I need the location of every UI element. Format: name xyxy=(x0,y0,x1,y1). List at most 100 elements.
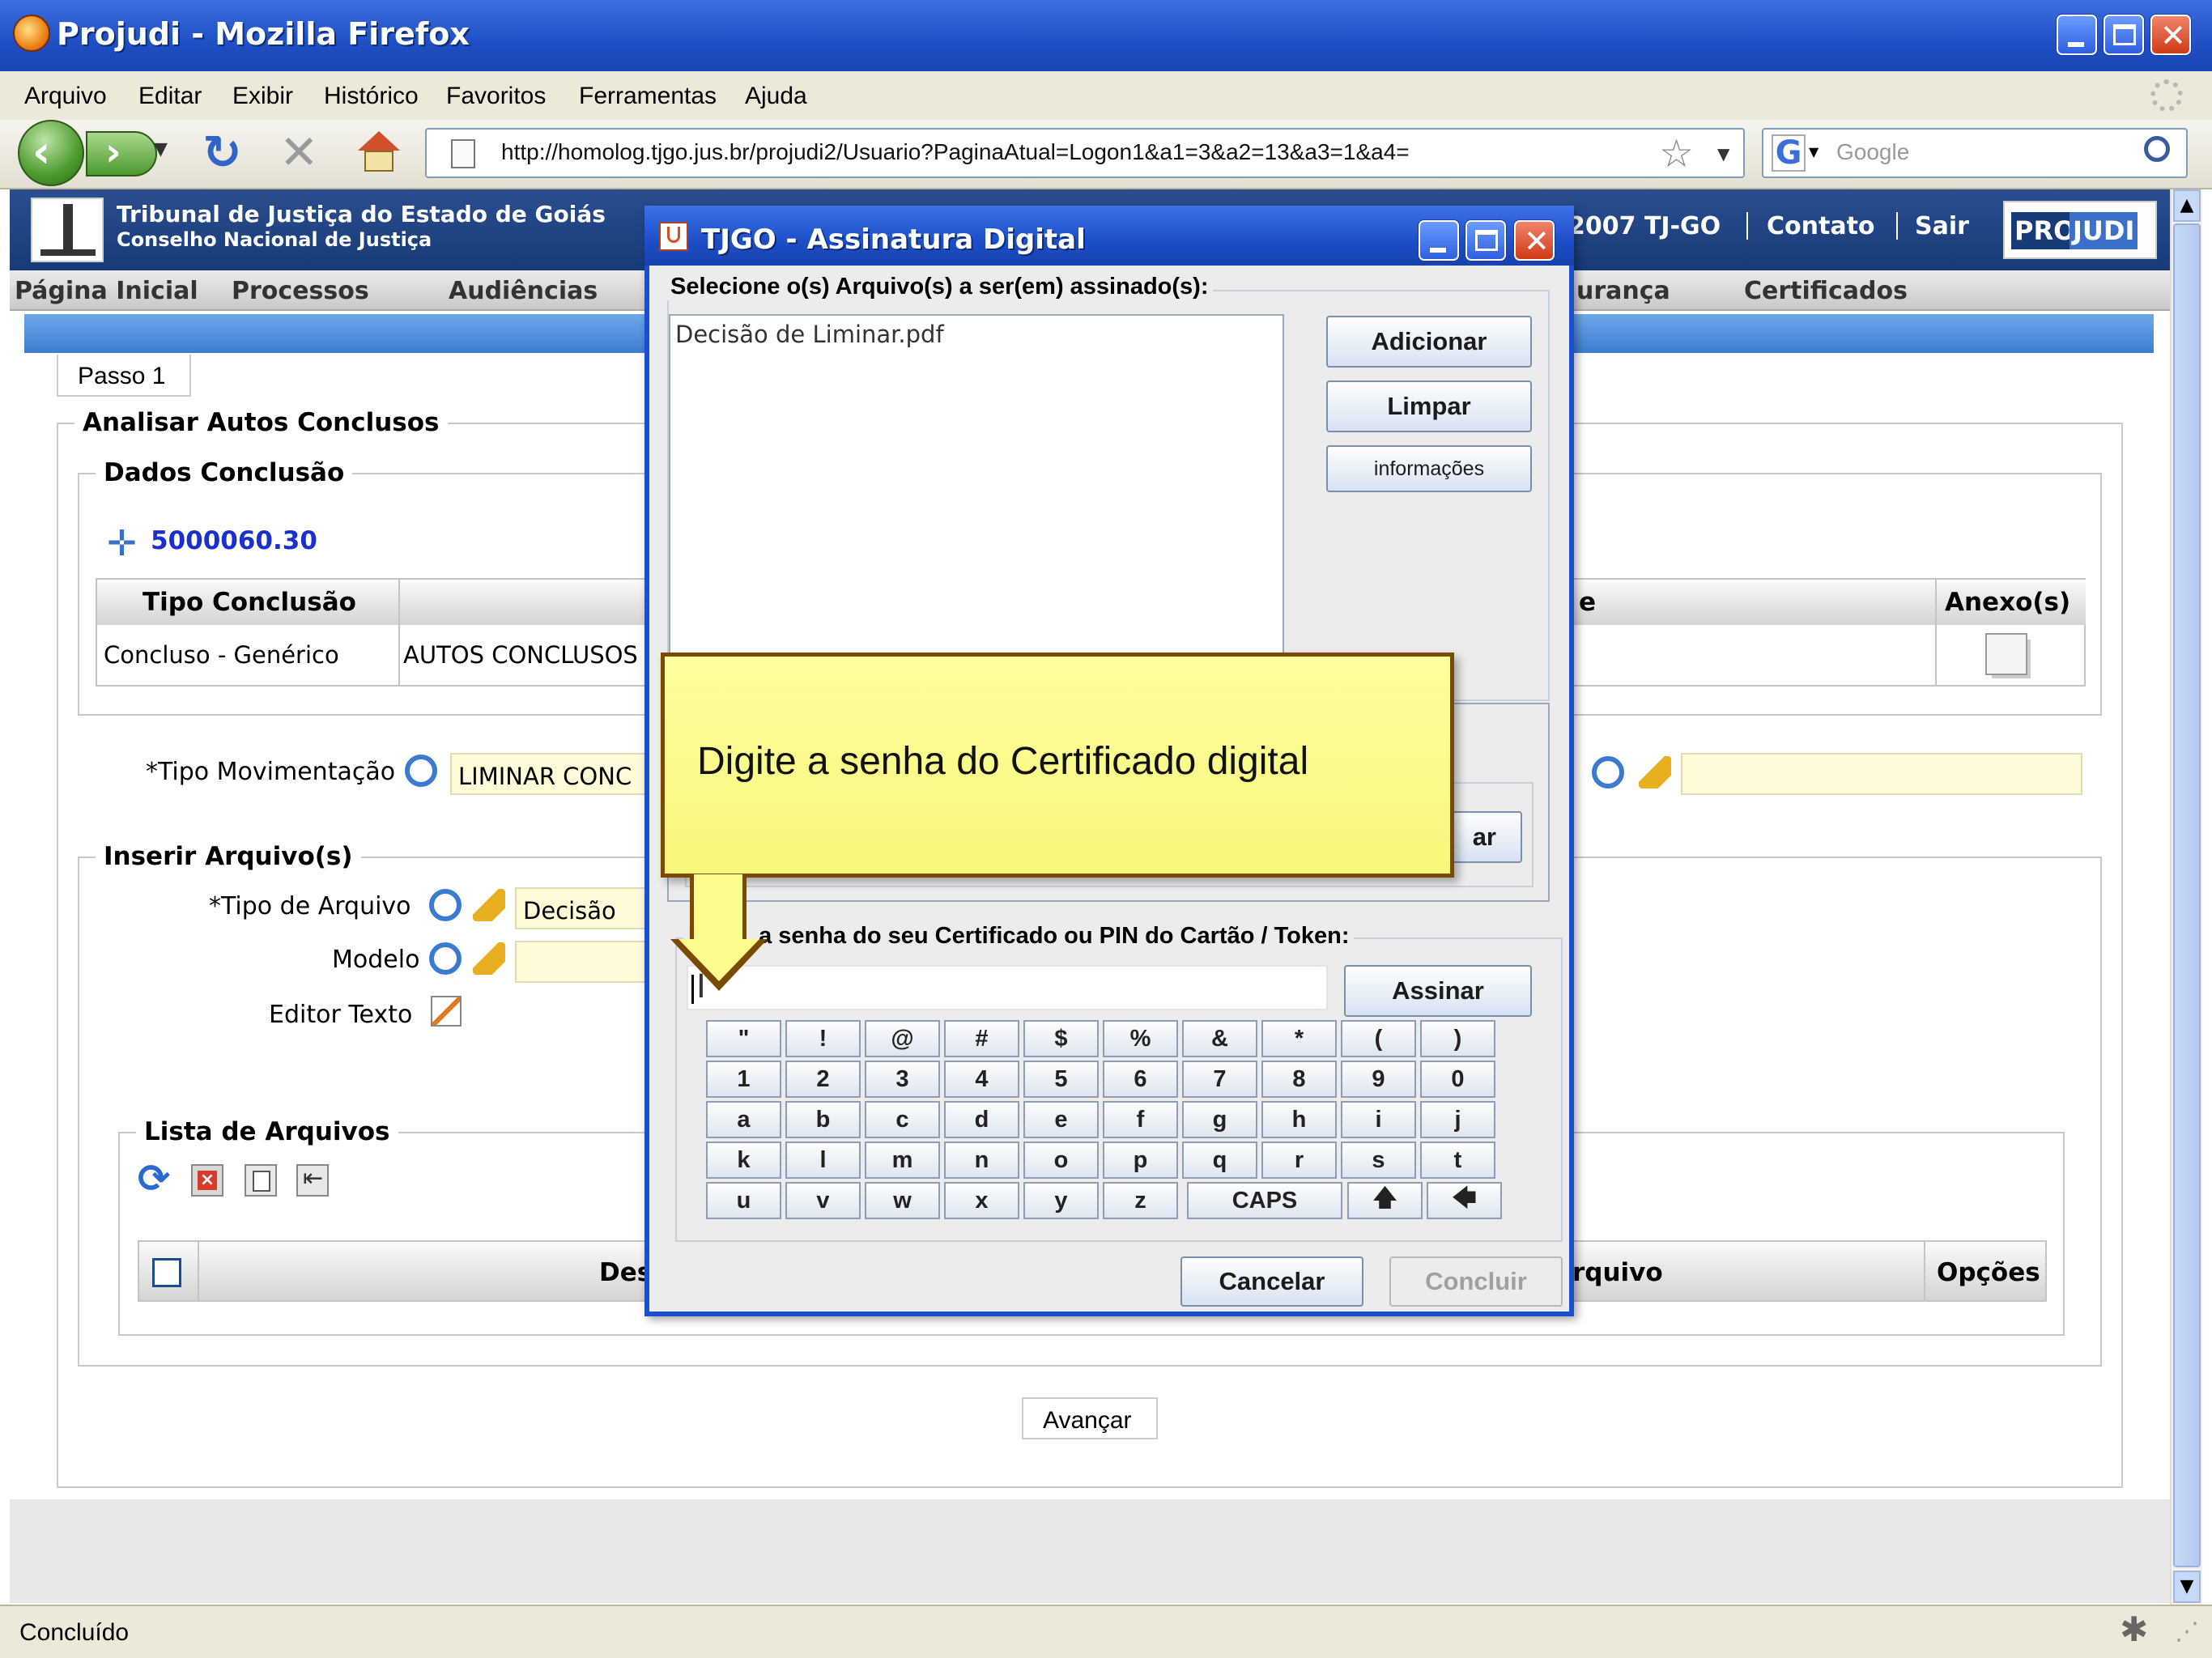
add-file-button[interactable]: Adicionar xyxy=(1326,316,1532,368)
contato-link[interactable]: Contato xyxy=(1767,212,1875,240)
file-list-item[interactable]: Decisão de Liminar.pdf xyxy=(675,321,944,348)
tipo-mov-input[interactable]: LIMINAR CONC xyxy=(450,753,661,795)
tipo-arquivo-input[interactable]: Decisão xyxy=(515,887,661,929)
menu-historico-item[interactable]: Histórico xyxy=(324,83,419,110)
document-remove-icon[interactable] xyxy=(245,1164,277,1197)
url-text[interactable]: http://homolog.tjgo.jus.br/projudi2/Usua… xyxy=(501,139,1410,165)
key-4-0[interactable]: u xyxy=(706,1182,781,1219)
key-2-9[interactable]: j xyxy=(1420,1101,1495,1138)
key-2-7[interactable]: h xyxy=(1261,1101,1337,1138)
key-0-0[interactable]: " xyxy=(706,1020,781,1057)
modelo-clear-icon[interactable] xyxy=(473,942,505,975)
menu-ferramentas-item[interactable]: Ferramentas xyxy=(579,83,717,110)
dialog-minimize-button[interactable] xyxy=(1419,220,1459,261)
sair-link[interactable]: Sair xyxy=(1915,212,1969,240)
select-all-checkbox[interactable] xyxy=(152,1258,181,1287)
password-input[interactable]: I xyxy=(687,965,1328,1010)
right-input[interactable] xyxy=(1681,753,2082,795)
info-button[interactable]: informações xyxy=(1326,445,1532,492)
google-engine-icon[interactable]: G xyxy=(1772,134,1806,172)
dialog-maximize-button[interactable] xyxy=(1465,220,1506,261)
key-2-8[interactable]: i xyxy=(1341,1101,1416,1138)
key-1-3[interactable]: 4 xyxy=(944,1061,1019,1098)
menu-exibir-item[interactable]: Exibir xyxy=(232,83,293,110)
right-clear-broom-icon[interactable] xyxy=(1639,756,1671,789)
key-0-8[interactable]: ( xyxy=(1341,1020,1416,1057)
key-0-5[interactable]: % xyxy=(1103,1020,1178,1057)
back-button[interactable]: ‹ xyxy=(18,120,84,186)
tipo-mov-search-icon[interactable] xyxy=(405,755,437,787)
forward-button[interactable]: › xyxy=(86,130,157,176)
key-caps[interactable]: CAPS xyxy=(1187,1182,1342,1219)
key-1-4[interactable]: 5 xyxy=(1023,1061,1099,1098)
nav-certificados[interactable]: Certificados xyxy=(1744,277,1908,305)
search-box[interactable]: G ▼ Google xyxy=(1762,128,2188,178)
stop-icon[interactable]: ✕ xyxy=(279,125,319,180)
key-3-2[interactable]: m xyxy=(865,1141,940,1179)
key-0-9[interactable]: ) xyxy=(1420,1020,1495,1057)
key-2-6[interactable]: g xyxy=(1182,1101,1257,1138)
menu-ajuda-item[interactable]: Ajuda xyxy=(745,83,807,110)
modelo-input[interactable] xyxy=(515,941,661,983)
key-2-2[interactable]: c xyxy=(865,1101,940,1138)
cancel-button[interactable]: Cancelar xyxy=(1180,1256,1363,1307)
key-0-7[interactable]: * xyxy=(1261,1020,1337,1057)
key-2-0[interactable]: a xyxy=(706,1101,781,1138)
clear-files-button[interactable]: Limpar xyxy=(1326,380,1532,432)
page-scrollbar[interactable]: ▲ ▼ xyxy=(2170,189,2202,1605)
key-3-0[interactable]: k xyxy=(706,1141,781,1179)
reload-icon[interactable]: ↻ xyxy=(202,125,242,180)
nav-seguranca[interactable]: urança xyxy=(1576,277,1670,305)
search-input[interactable]: Google xyxy=(1836,139,1909,165)
history-dropdown-icon[interactable]: ▼ xyxy=(154,139,168,159)
key-shift-up[interactable]: 🡅 xyxy=(1347,1182,1423,1219)
key-2-4[interactable]: e xyxy=(1023,1101,1099,1138)
key-4-5[interactable]: z xyxy=(1103,1182,1178,1219)
resize-grip-icon[interactable]: ⋰ xyxy=(2175,1618,2199,1646)
sign-button[interactable]: Assinar xyxy=(1344,965,1532,1017)
menu-favoritos-item[interactable]: Favoritos xyxy=(446,83,546,110)
url-bar[interactable]: http://homolog.tjgo.jus.br/projudi2/Usua… xyxy=(425,128,1745,178)
dialog-close-button[interactable]: ✕ xyxy=(1514,220,1555,261)
engine-dropdown-icon[interactable]: ▼ xyxy=(1809,144,1819,159)
nav-audiencias[interactable]: Audiências xyxy=(449,277,598,305)
refresh-icon[interactable]: ⟳ xyxy=(138,1156,170,1201)
home-icon[interactable] xyxy=(356,131,402,173)
tab-passo-1[interactable]: Passo 1 xyxy=(57,355,191,397)
key-1-9[interactable]: 0 xyxy=(1420,1061,1495,1098)
scroll-up-arrow[interactable]: ▲ xyxy=(2173,189,2201,222)
key-3-8[interactable]: s xyxy=(1341,1141,1416,1179)
key-1-8[interactable]: 9 xyxy=(1341,1061,1416,1098)
key-3-6[interactable]: q xyxy=(1182,1141,1257,1179)
url-dropdown-icon[interactable]: ▼ xyxy=(1717,144,1729,164)
close-button[interactable]: ✕ xyxy=(2150,15,2191,55)
delete-icon[interactable]: × xyxy=(191,1164,223,1197)
attachment-icon[interactable] xyxy=(1985,633,2027,675)
avancar-button[interactable]: Avançar xyxy=(1022,1397,1158,1439)
nav-pagina-inicial[interactable]: Página Inicial xyxy=(15,277,198,305)
key-1-2[interactable]: 3 xyxy=(865,1061,940,1098)
tipo-arquivo-clear-icon[interactable] xyxy=(473,889,505,921)
minimize-button[interactable] xyxy=(2057,15,2097,55)
key-2-3[interactable]: d xyxy=(944,1101,1019,1138)
process-number-link[interactable]: 5000060.30 xyxy=(151,526,317,555)
key-1-7[interactable]: 8 xyxy=(1261,1061,1337,1098)
maximize-button[interactable] xyxy=(2104,15,2144,55)
file-list[interactable]: Decisão de Liminar.pdf xyxy=(669,314,1284,687)
key-4-2[interactable]: w xyxy=(865,1182,940,1219)
menu-editar-item[interactable]: Editar xyxy=(138,83,202,110)
key-3-5[interactable]: p xyxy=(1103,1141,1178,1179)
key-1-5[interactable]: 6 xyxy=(1103,1061,1178,1098)
key-4-1[interactable]: v xyxy=(785,1182,861,1219)
editor-pencil-icon[interactable] xyxy=(431,996,462,1027)
key-3-7[interactable]: r xyxy=(1261,1141,1337,1179)
key-0-2[interactable]: @ xyxy=(865,1020,940,1057)
key-1-1[interactable]: 2 xyxy=(785,1061,861,1098)
key-1-6[interactable]: 7 xyxy=(1182,1061,1257,1098)
scroll-thumb[interactable] xyxy=(2173,223,2201,1567)
key-3-3[interactable]: n xyxy=(944,1141,1019,1179)
key-0-4[interactable]: $ xyxy=(1023,1020,1099,1057)
menu-arquivo-item[interactable]: Arquivo xyxy=(24,83,107,110)
tipo-arquivo-search-icon[interactable] xyxy=(429,889,462,921)
key-2-5[interactable]: f xyxy=(1103,1101,1178,1138)
